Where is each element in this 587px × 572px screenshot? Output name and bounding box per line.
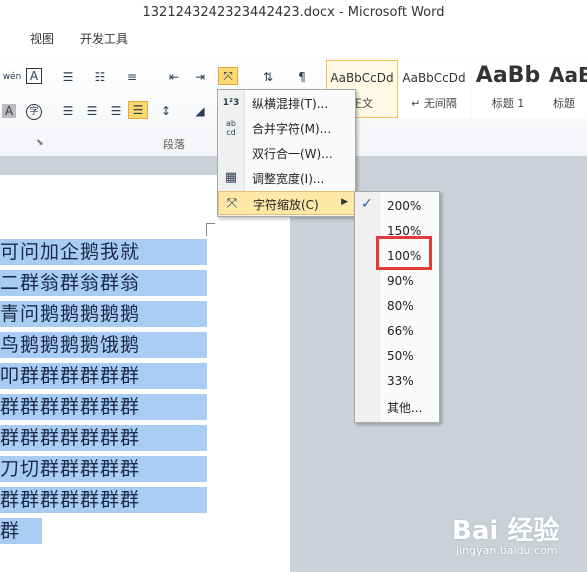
tab-view[interactable]: 视图	[30, 30, 54, 47]
scale-option-other[interactable]: 其他...	[355, 394, 439, 419]
text-line[interactable]: 青问鹅鹅鹅鹅鹅	[0, 301, 207, 327]
scale-option-80[interactable]: 80%	[355, 294, 439, 319]
character-scale-icon: ⤧	[226, 196, 238, 211]
character-border-icon[interactable]: A	[26, 68, 42, 84]
text-line[interactable]: 群	[0, 518, 42, 544]
scale-option-50[interactable]: 50%	[355, 344, 439, 369]
align-center-icon[interactable]: ☰	[82, 102, 102, 120]
style-title[interactable]: AaBb 标题	[544, 60, 587, 118]
paragraph-group-label: 段落	[163, 138, 185, 151]
enclose-characters-icon[interactable]: 字	[26, 104, 42, 120]
watermark-url: jingyan.baidu.com	[456, 544, 558, 557]
text-line[interactable]: 鸟鹅鹅鹅鹅饿鹅	[0, 332, 207, 358]
menu-item-two-lines-in-one[interactable]: 双行合一(W)...	[218, 141, 355, 165]
show-hide-marks-icon[interactable]: ¶	[292, 68, 312, 86]
horizontal-in-vertical-icon: 1²3	[222, 98, 240, 108]
style-name: ↵ 无间隔	[411, 97, 457, 110]
fit-text-icon: ▦	[224, 170, 238, 185]
multilevel-list-icon[interactable]: ≡	[122, 68, 142, 86]
asian-layout-menu: 1²3 纵横混排(T)... ab cd 合并字符(M)... 双行合一(W)..…	[217, 89, 356, 217]
scale-option-200[interactable]: ✓ 200%	[355, 194, 439, 219]
style-heading-1[interactable]: AaBb 标题 1	[472, 60, 544, 118]
menu-item-label: 合并字符(M)...	[252, 122, 332, 136]
style-preview: AaBb	[549, 63, 587, 87]
text-line[interactable]: 群群群群群群群	[0, 394, 207, 420]
text-line[interactable]: 刀切群群群群群	[0, 456, 207, 482]
character-shading-icon[interactable]: A	[2, 104, 16, 118]
text-line[interactable]: 二群翁群翁群翁	[0, 270, 207, 296]
watermark-logo: Bai 经验	[452, 516, 560, 546]
margin-corner-mark	[206, 223, 215, 236]
character-scale-submenu: ✓ 200% 150% 100% 90% 80% 66% 50% 33% 其他.…	[354, 191, 440, 423]
scale-option-label: 33%	[387, 374, 414, 388]
scale-option-90[interactable]: 90%	[355, 269, 439, 294]
baidu-jingyan-watermark: Bai 经验 jingyan.baidu.com	[452, 510, 580, 560]
tab-developer[interactable]: 开发工具	[80, 30, 128, 47]
scale-option-label: 其他...	[387, 401, 423, 415]
text-line[interactable]: 群群群群群群群	[0, 487, 207, 513]
style-name: 标题	[553, 97, 575, 110]
menu-item-character-scale[interactable]: ⤧ 字符缩放(C) ▶	[218, 191, 355, 215]
menu-item-label: 调整宽度(I)...	[252, 172, 325, 186]
two-lines-in-one-icon	[222, 144, 240, 162]
text-line[interactable]: 群群群群群群群	[0, 425, 207, 451]
menu-item-combine-characters[interactable]: ab cd 合并字符(M)...	[218, 116, 355, 140]
style-preview: AaBb	[475, 63, 541, 88]
menu-item-label: 双行合一(W)...	[252, 147, 333, 161]
justify-icon[interactable]: ☰	[128, 101, 148, 119]
scale-option-label: 66%	[387, 324, 414, 338]
asian-layout-button[interactable]: ⤧	[218, 67, 238, 85]
align-right-icon[interactable]: ☰	[106, 102, 126, 120]
document-page[interactable]: 可问加企鹅我就 二群翁群翁群翁 青问鹅鹅鹅鹅鹅 鸟鹅鹅鹅鹅饿鹅 叩群群群群群群 …	[0, 175, 290, 572]
menu-item-horizontal-in-vertical[interactable]: 1²3 纵横混排(T)...	[218, 91, 355, 115]
ribbon-tabs: 视图 开发工具	[0, 26, 587, 52]
checkmark-icon: ✓	[361, 196, 373, 212]
menu-item-label: 纵横混排(T)...	[252, 97, 329, 111]
menu-item-fit-text[interactable]: ▦ 调整宽度(I)...	[218, 166, 355, 190]
style-preview: AaBbCcDd	[330, 71, 394, 85]
increase-indent-icon[interactable]: ⇥	[190, 68, 210, 86]
menu-item-label: 字符缩放(C)	[253, 198, 319, 212]
bullets-icon[interactable]: ☰	[58, 68, 78, 86]
numbering-icon[interactable]: ☷	[90, 68, 110, 86]
scale-option-66[interactable]: 66%	[355, 319, 439, 344]
text-line[interactable]: 可问加企鹅我就	[0, 239, 207, 265]
combine-characters-icon: ab cd	[226, 119, 236, 137]
phonetic-guide-icon[interactable]: wén	[2, 68, 22, 86]
decrease-indent-icon[interactable]: ⇤	[164, 68, 184, 86]
submenu-arrow-icon: ▶	[341, 197, 348, 207]
align-left-icon[interactable]: ☰	[58, 102, 78, 120]
font-dialog-launcher-icon[interactable]: ⬊	[36, 138, 44, 148]
scale-option-label: 200%	[387, 199, 422, 213]
scale-option-label: 80%	[387, 299, 414, 313]
scale-option-label: 90%	[387, 274, 414, 288]
window-title: 1321243242323442423.docx - Microsoft Wor…	[0, 0, 587, 26]
line-spacing-icon[interactable]: ↕	[156, 102, 176, 120]
sort-icon[interactable]: ⇅	[258, 68, 278, 86]
annotation-highlight-box	[376, 236, 432, 270]
style-name: 标题 1	[491, 97, 525, 110]
shading-icon[interactable]: ◢	[190, 102, 210, 120]
scale-option-33[interactable]: 33%	[355, 369, 439, 394]
style-no-spacing[interactable]: AaBbCcDd ↵ 无间隔	[398, 60, 470, 118]
style-preview: AaBbCcDd	[402, 71, 466, 85]
text-line[interactable]: 叩群群群群群群	[0, 363, 207, 389]
scale-option-label: 50%	[387, 349, 414, 363]
